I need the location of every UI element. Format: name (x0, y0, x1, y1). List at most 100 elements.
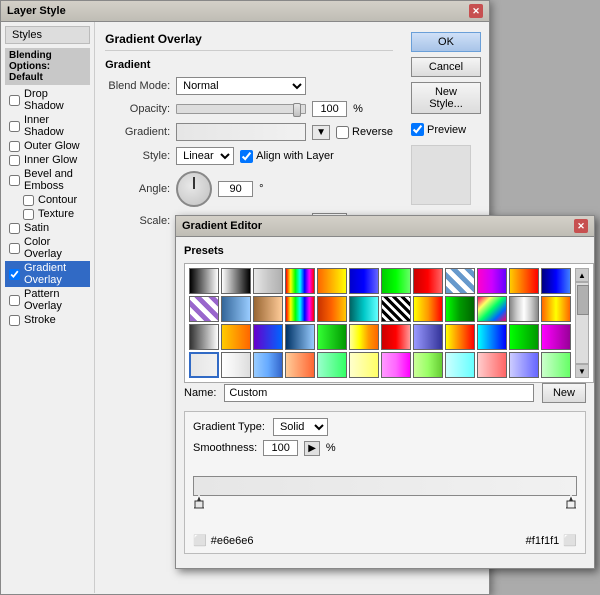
new-button[interactable]: New (542, 383, 586, 403)
gradient-overlay-checkbox[interactable] (9, 269, 20, 280)
preset-46[interactable] (477, 352, 507, 378)
preview-checkbox[interactable] (411, 123, 424, 136)
sidebar-item-drop-shadow[interactable]: Drop Shadow (5, 87, 90, 113)
gradient-dropdown-btn[interactable]: ▼ (312, 125, 330, 140)
left-stop-marker[interactable] (193, 495, 205, 512)
preset-27[interactable] (253, 324, 283, 350)
preset-2[interactable] (221, 268, 251, 294)
sidebar-item-contour[interactable]: Contour (5, 193, 90, 207)
close-button[interactable]: ✕ (469, 4, 483, 18)
preset-21[interactable] (445, 296, 475, 322)
preset-14[interactable] (221, 296, 251, 322)
opacity-thumb[interactable] (293, 103, 301, 117)
preset-17[interactable] (317, 296, 347, 322)
sidebar-item-satin[interactable]: Satin (5, 221, 90, 235)
name-input[interactable] (224, 384, 534, 402)
scroll-down-arrow[interactable]: ▼ (575, 364, 589, 378)
preset-16[interactable] (285, 296, 315, 322)
preset-36[interactable] (541, 324, 571, 350)
stroke-checkbox[interactable] (9, 315, 20, 326)
preset-41[interactable] (317, 352, 347, 378)
preset-25[interactable] (189, 324, 219, 350)
smoothness-stepper[interactable]: ▶ (304, 441, 320, 456)
preset-13[interactable] (189, 296, 219, 322)
preset-31[interactable] (381, 324, 411, 350)
sidebar-item-gradient-overlay[interactable]: Gradient Overlay (5, 261, 90, 287)
angle-knob[interactable] (176, 171, 212, 207)
preset-11[interactable] (509, 268, 539, 294)
preset-6[interactable] (349, 268, 379, 294)
scroll-thumb[interactable] (577, 285, 589, 315)
color-overlay-checkbox[interactable] (9, 243, 20, 254)
sidebar-item-inner-shadow[interactable]: Inner Shadow (5, 113, 90, 139)
sidebar-item-color-overlay[interactable]: Color Overlay (5, 235, 90, 261)
sidebar-item-pattern-overlay[interactable]: Pattern Overlay (5, 287, 90, 313)
preset-42[interactable] (349, 352, 379, 378)
right-stop-marker[interactable] (565, 495, 577, 512)
preset-10[interactable] (477, 268, 507, 294)
smoothness-input[interactable] (263, 440, 298, 456)
angle-input[interactable] (218, 181, 253, 197)
sidebar-item-bevel-emboss[interactable]: Bevel and Emboss (5, 167, 90, 193)
inner-glow-checkbox[interactable] (9, 155, 20, 166)
preset-9[interactable] (445, 268, 475, 294)
preset-43[interactable] (381, 352, 411, 378)
bevel-emboss-checkbox[interactable] (9, 175, 20, 186)
sidebar-item-texture[interactable]: Texture (5, 207, 90, 221)
preset-3[interactable] (253, 268, 283, 294)
gradient-preview[interactable] (176, 123, 306, 141)
texture-checkbox[interactable] (23, 209, 34, 220)
satin-checkbox[interactable] (9, 223, 20, 234)
preset-4[interactable] (285, 268, 315, 294)
sidebar-item-inner-glow[interactable]: Inner Glow (5, 153, 90, 167)
reverse-checkbox[interactable] (336, 126, 349, 139)
preset-19[interactable] (381, 296, 411, 322)
preset-40[interactable] (285, 352, 315, 378)
preset-26[interactable] (221, 324, 251, 350)
preset-28[interactable] (285, 324, 315, 350)
gradient-type-select[interactable]: Solid Noise (273, 418, 328, 436)
style-select[interactable]: Linear Radial Angle (176, 147, 234, 165)
pattern-overlay-checkbox[interactable] (9, 295, 20, 306)
preset-32[interactable] (413, 324, 443, 350)
preset-39[interactable] (253, 352, 283, 378)
scroll-up-arrow[interactable]: ▲ (575, 268, 589, 282)
preset-48[interactable] (541, 352, 571, 378)
preset-18[interactable] (349, 296, 379, 322)
preset-29[interactable] (317, 324, 347, 350)
opacity-input[interactable] (312, 101, 347, 117)
drop-shadow-checkbox[interactable] (9, 95, 20, 106)
preset-15[interactable] (253, 296, 283, 322)
cancel-button[interactable]: Cancel (411, 57, 481, 77)
preset-33[interactable] (445, 324, 475, 350)
preset-12[interactable] (541, 268, 571, 294)
preset-7[interactable] (381, 268, 411, 294)
preset-47[interactable] (509, 352, 539, 378)
gradient-editor-close-btn[interactable]: ✕ (574, 219, 588, 233)
preset-44[interactable] (413, 352, 443, 378)
preset-1[interactable] (189, 268, 219, 294)
preset-23[interactable] (509, 296, 539, 322)
preset-34[interactable] (477, 324, 507, 350)
preset-5[interactable] (317, 268, 347, 294)
contour-checkbox[interactable] (23, 195, 34, 206)
outer-glow-checkbox[interactable] (9, 141, 20, 152)
blend-mode-select[interactable]: Normal Multiply Screen (176, 77, 306, 95)
opacity-slider[interactable] (176, 104, 306, 114)
preset-24[interactable] (541, 296, 571, 322)
preset-37-active[interactable] (189, 352, 219, 378)
preset-38[interactable] (221, 352, 251, 378)
preset-22[interactable] (477, 296, 507, 322)
inner-shadow-checkbox[interactable] (9, 121, 20, 132)
sidebar-item-stroke[interactable]: Stroke (5, 313, 90, 327)
gradient-bar[interactable] (193, 476, 577, 496)
preset-8[interactable] (413, 268, 443, 294)
new-style-button[interactable]: New Style... (411, 82, 481, 114)
align-checkbox[interactable] (240, 150, 253, 163)
preset-35[interactable] (509, 324, 539, 350)
ok-button[interactable]: OK (411, 32, 481, 52)
sidebar-item-outer-glow[interactable]: Outer Glow (5, 139, 90, 153)
preset-30[interactable] (349, 324, 379, 350)
preset-20[interactable] (413, 296, 443, 322)
preset-45[interactable] (445, 352, 475, 378)
